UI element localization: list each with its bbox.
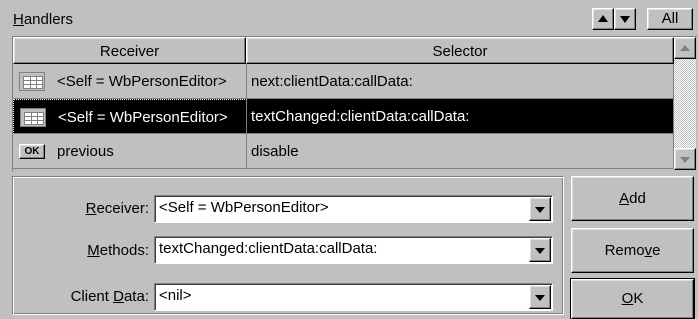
table-row[interactable]: OK previous disable: [13, 134, 674, 169]
move-down-button[interactable]: [614, 8, 636, 30]
methods-combo[interactable]: textChanged:clientData:callData:: [154, 236, 553, 264]
arrow-up-icon: [680, 45, 690, 51]
methods-dropdown-button[interactable]: [529, 238, 551, 262]
receiver-value: <Self = WbPersonEditor>: [159, 199, 329, 216]
arrow-down-icon: [680, 157, 690, 163]
add-button[interactable]: Add: [571, 176, 694, 221]
ok-button[interactable]: OK: [570, 278, 695, 319]
selector-cell[interactable]: disable: [247, 134, 674, 169]
receiver-text: <Self = WbPersonEditor>: [57, 73, 227, 90]
selector-text: next:clientData:callData:: [251, 73, 413, 90]
grid-icon: [19, 72, 45, 91]
arrow-down-icon: [620, 16, 630, 23]
column-header-receiver[interactable]: Receiver: [13, 37, 246, 64]
selector-cell[interactable]: textChanged:clientData:callData:: [247, 99, 674, 134]
client-data-dropdown-button[interactable]: [529, 285, 551, 309]
move-up-button[interactable]: [592, 8, 614, 30]
receiver-cell[interactable]: OK previous: [13, 134, 247, 169]
receiver-label: Receiver:: [85, 200, 149, 217]
ok-icon-text: OK: [24, 146, 40, 157]
ok-button-icon: OK: [19, 144, 45, 159]
scroll-up-button[interactable]: [674, 37, 696, 59]
client-data-label: Client Data:: [70, 288, 149, 305]
arrow-up-icon: [598, 15, 608, 22]
receiver-cell[interactable]: <Self = WbPersonEditor>: [13, 64, 247, 99]
client-data-value: <nil>: [159, 287, 192, 304]
receiver-combo[interactable]: <Self = WbPersonEditor>: [154, 195, 553, 223]
table-row[interactable]: <Self = WbPersonEditor> next:clientData:…: [13, 64, 674, 99]
all-button[interactable]: All: [647, 8, 693, 30]
receiver-dropdown-button[interactable]: [529, 197, 551, 221]
handlers-title: Handlers: [13, 11, 74, 28]
methods-value: textChanged:clientData:callData:: [159, 240, 378, 257]
remove-button[interactable]: Remove: [571, 228, 694, 273]
handler-form: Receiver: <Self = WbPersonEditor> Method…: [12, 176, 564, 315]
scroll-down-button[interactable]: [674, 148, 696, 170]
vertical-scrollbar[interactable]: [674, 37, 696, 170]
methods-label: Methods:: [87, 242, 149, 259]
client-data-combo[interactable]: <nil>: [154, 283, 553, 311]
grid-icon: [20, 108, 46, 127]
handlers-table: Receiver Selector <Self = WbPersonEditor…: [12, 36, 697, 171]
column-header-selector[interactable]: Selector: [246, 37, 674, 64]
selector-text: disable: [251, 143, 299, 160]
selector-text: textChanged:clientData:callData:: [251, 108, 470, 125]
selector-cell[interactable]: next:clientData:callData:: [247, 64, 674, 99]
receiver-text: previous: [57, 143, 114, 160]
table-row-selected[interactable]: <Self = WbPersonEditor> textChanged:clie…: [13, 99, 674, 134]
chevron-down-icon: [535, 207, 545, 213]
chevron-down-icon: [535, 248, 545, 254]
receiver-cell[interactable]: <Self = WbPersonEditor>: [13, 99, 247, 134]
receiver-text: <Self = WbPersonEditor>: [58, 109, 228, 126]
chevron-down-icon: [535, 295, 545, 301]
